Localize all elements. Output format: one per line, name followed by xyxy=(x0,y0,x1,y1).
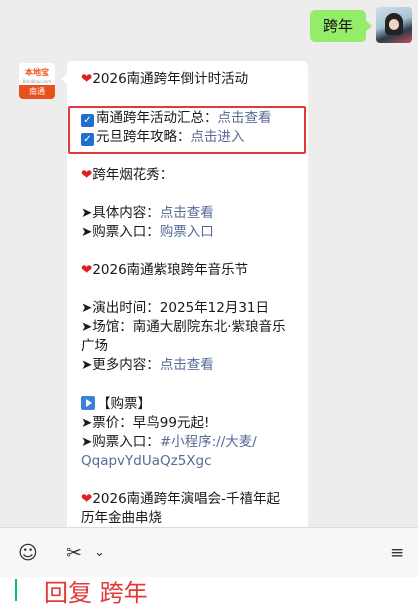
heart-icon: ❤ xyxy=(81,491,93,507)
message-line: ➤场馆：南通大剧院东北·紫琅音乐 xyxy=(81,319,286,335)
text-cursor xyxy=(15,579,17,601)
highlight-box xyxy=(68,106,306,154)
message-line: 广场 xyxy=(81,338,108,354)
message-line: ❤2026南通跨年倒计时活动 xyxy=(81,71,249,87)
user-avatar[interactable] xyxy=(376,7,412,43)
input-text: 回复 跨年 xyxy=(44,579,148,607)
play-icon xyxy=(81,396,95,410)
scissors-icon[interactable]: ✂ xyxy=(66,542,82,564)
avatar-brand-url: Bendibao.com xyxy=(22,79,52,84)
message-line: ❤2026南通紫琅跨年音乐节 xyxy=(81,262,249,278)
message-line: ❤跨年烟花秀： xyxy=(81,167,174,183)
menu-list-icon[interactable]: ≡ xyxy=(390,542,404,564)
avatar-city-label: 南通 xyxy=(19,85,55,99)
bot-avatar[interactable]: 本地宝 Bendibao.com 南通 xyxy=(19,63,55,99)
outgoing-message-bubble[interactable]: 跨年 xyxy=(310,10,372,42)
outgoing-message-text: 跨年 xyxy=(322,17,353,35)
heart-icon: ❤ xyxy=(81,71,93,87)
message-input[interactable]: 回复 跨年 xyxy=(0,577,418,613)
chat-toolbar: ☺ ✂ ⌄ ≡ xyxy=(0,527,418,578)
message-line: QqapvYdUaQz5Xgc xyxy=(81,452,212,471)
chevron-down-icon[interactable]: ⌄ xyxy=(94,542,105,564)
message-line: ➤演出时间：2025年12月31日 xyxy=(81,300,270,316)
message-line: ❤2026南通跨年演唱会-千禧年起 xyxy=(81,491,281,507)
message-line: ➤具体内容：点击查看 xyxy=(81,205,214,221)
link-fireworks-details[interactable]: 点击查看 xyxy=(160,205,214,221)
link-music-festival-more[interactable]: 点击查看 xyxy=(160,357,214,373)
message-line: 【购票】 xyxy=(81,395,151,414)
heart-icon: ❤ xyxy=(81,167,93,183)
link-mini-program[interactable]: #小程序://大麦/ xyxy=(160,434,257,450)
link-fireworks-tickets[interactable]: 购票入口 xyxy=(160,224,214,240)
link-mini-program-code[interactable]: QqapvYdUaQz5Xgc xyxy=(81,453,212,469)
avatar-brand-text: 本地宝 xyxy=(25,68,49,77)
heart-icon: ❤ xyxy=(81,262,93,278)
emoji-icon[interactable]: ☺ xyxy=(18,542,38,564)
message-line: 历年金曲串烧 xyxy=(81,510,162,526)
message-line: ➤购票入口：购票入口 xyxy=(81,224,214,240)
message-line: ➤购票入口：#小程序://大麦/ xyxy=(81,434,257,450)
message-line: ➤票价：早鸟99元起! xyxy=(81,415,210,431)
chat-area: 跨年 本地宝 Bendibao.com 南通 ❤2026南通跨年倒计时活动 ✓ 南… xyxy=(0,0,418,527)
avatar-face-shape xyxy=(389,19,399,30)
message-line: ➤更多内容：点击查看 xyxy=(81,357,214,373)
